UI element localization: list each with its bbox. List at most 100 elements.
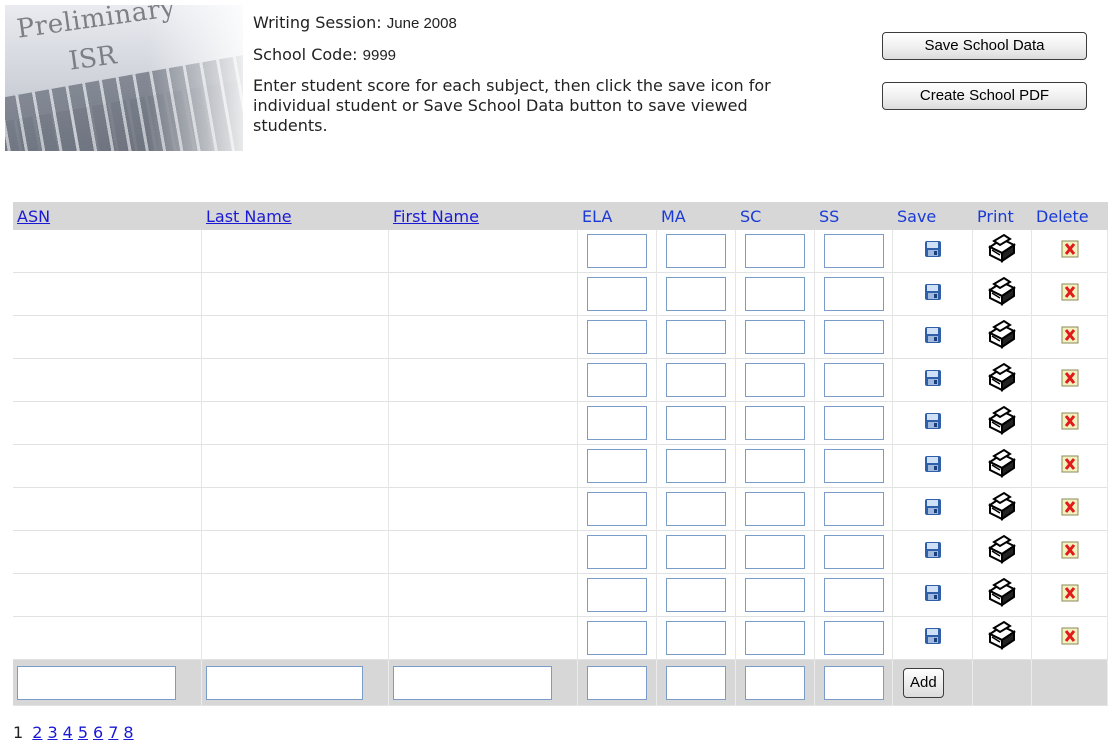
save-school-data-button[interactable]: Save School Data <box>882 32 1087 60</box>
ss-score-input[interactable] <box>823 621 884 655</box>
print-icon[interactable] <box>984 618 1020 654</box>
save-icon[interactable] <box>924 498 942 516</box>
ma-score-input[interactable] <box>666 535 726 569</box>
new-ela-input[interactable] <box>587 665 647 700</box>
ss-score-input[interactable] <box>823 578 884 612</box>
sc-score-input[interactable] <box>745 234 805 268</box>
ss-score-input[interactable] <box>823 535 884 569</box>
new-asn-input[interactable] <box>17 665 176 700</box>
print-icon[interactable] <box>984 489 1020 525</box>
new-ma-input[interactable] <box>666 665 726 700</box>
ela-score-input[interactable] <box>587 449 647 483</box>
new-first-name-input[interactable] <box>393 665 552 700</box>
col-header-last-name[interactable]: Last Name <box>202 202 389 230</box>
ma-score-input[interactable] <box>666 277 726 311</box>
sc-score-input[interactable] <box>745 277 805 311</box>
ss-score-input[interactable] <box>823 406 884 440</box>
col-header-asn[interactable]: ASN <box>13 202 202 230</box>
table-row <box>13 273 1108 316</box>
ma-score-input[interactable] <box>666 578 726 612</box>
delete-icon[interactable] <box>1061 326 1079 344</box>
print-icon[interactable] <box>984 532 1020 568</box>
new-last-name-input[interactable] <box>206 665 363 700</box>
ela-score-input[interactable] <box>587 234 647 268</box>
ela-score-input[interactable] <box>587 320 647 354</box>
page-link[interactable]: 4 <box>63 723 73 742</box>
sort-first-name-link[interactable]: First Name <box>393 207 479 226</box>
sc-score-input[interactable] <box>745 578 805 612</box>
ma-score-input[interactable] <box>666 234 726 268</box>
create-school-pdf-button[interactable]: Create School PDF <box>882 82 1087 110</box>
delete-icon[interactable] <box>1061 369 1079 387</box>
sort-last-name-link[interactable]: Last Name <box>206 207 292 226</box>
print-icon[interactable] <box>984 317 1020 353</box>
ma-score-input[interactable] <box>666 363 726 397</box>
last-name-cell <box>202 531 389 574</box>
delete-icon[interactable] <box>1061 498 1079 516</box>
add-student-button[interactable]: Add <box>903 667 944 698</box>
save-icon[interactable] <box>924 369 942 387</box>
ma-score-input[interactable] <box>666 406 726 440</box>
ss-score-input[interactable] <box>823 277 884 311</box>
ma-score-input[interactable] <box>666 449 726 483</box>
ela-score-input[interactable] <box>587 406 647 440</box>
ela-score-input[interactable] <box>587 363 647 397</box>
save-icon[interactable] <box>924 627 942 645</box>
save-icon[interactable] <box>924 326 942 344</box>
print-icon[interactable] <box>984 360 1020 396</box>
delete-icon[interactable] <box>1061 283 1079 301</box>
sc-score-input[interactable] <box>745 492 805 526</box>
sc-score-input[interactable] <box>745 449 805 483</box>
ela-score-input[interactable] <box>587 277 647 311</box>
page-link[interactable]: 5 <box>78 723 88 742</box>
table-row <box>13 316 1108 359</box>
new-sc-input[interactable] <box>745 665 805 700</box>
sc-score-input[interactable] <box>745 621 805 655</box>
delete-icon[interactable] <box>1061 240 1079 258</box>
col-header-ma: MA <box>657 202 736 230</box>
delete-icon[interactable] <box>1061 627 1079 645</box>
save-icon[interactable] <box>924 455 942 473</box>
ss-score-input[interactable] <box>823 363 884 397</box>
ss-score-input[interactable] <box>823 492 884 526</box>
col-header-print: Print <box>973 202 1032 230</box>
save-icon[interactable] <box>924 283 942 301</box>
save-icon[interactable] <box>924 541 942 559</box>
ela-score-input[interactable] <box>587 492 647 526</box>
ss-score-input[interactable] <box>823 234 884 268</box>
sc-score-input[interactable] <box>745 406 805 440</box>
print-icon[interactable] <box>984 446 1020 482</box>
print-icon[interactable] <box>984 403 1020 439</box>
sc-score-input[interactable] <box>745 320 805 354</box>
delete-icon[interactable] <box>1061 541 1079 559</box>
ss-score-input[interactable] <box>823 449 884 483</box>
save-icon[interactable] <box>924 584 942 602</box>
sort-asn-link[interactable]: ASN <box>17 207 50 226</box>
page-link[interactable]: 3 <box>47 723 57 742</box>
col-header-first-name[interactable]: First Name <box>389 202 578 230</box>
new-ss-input[interactable] <box>823 665 884 700</box>
page-link[interactable]: 6 <box>93 723 103 742</box>
sc-score-input[interactable] <box>745 535 805 569</box>
save-icon[interactable] <box>924 240 942 258</box>
delete-icon[interactable] <box>1061 584 1079 602</box>
page-link[interactable]: 8 <box>123 723 133 742</box>
table-row <box>13 445 1108 488</box>
ela-score-input[interactable] <box>587 578 647 612</box>
print-icon[interactable] <box>984 274 1020 310</box>
ma-score-input[interactable] <box>666 621 726 655</box>
page-link[interactable]: 7 <box>108 723 118 742</box>
ela-score-input[interactable] <box>587 621 647 655</box>
ss-score-input[interactable] <box>823 320 884 354</box>
pagination: 1 2345678 <box>13 723 143 742</box>
print-icon[interactable] <box>984 231 1020 267</box>
print-icon[interactable] <box>984 575 1020 611</box>
save-icon[interactable] <box>924 412 942 430</box>
sc-score-input[interactable] <box>745 363 805 397</box>
ma-score-input[interactable] <box>666 492 726 526</box>
ma-score-input[interactable] <box>666 320 726 354</box>
delete-icon[interactable] <box>1061 412 1079 430</box>
delete-icon[interactable] <box>1061 455 1079 473</box>
ela-score-input[interactable] <box>587 535 647 569</box>
page-link[interactable]: 2 <box>32 723 42 742</box>
